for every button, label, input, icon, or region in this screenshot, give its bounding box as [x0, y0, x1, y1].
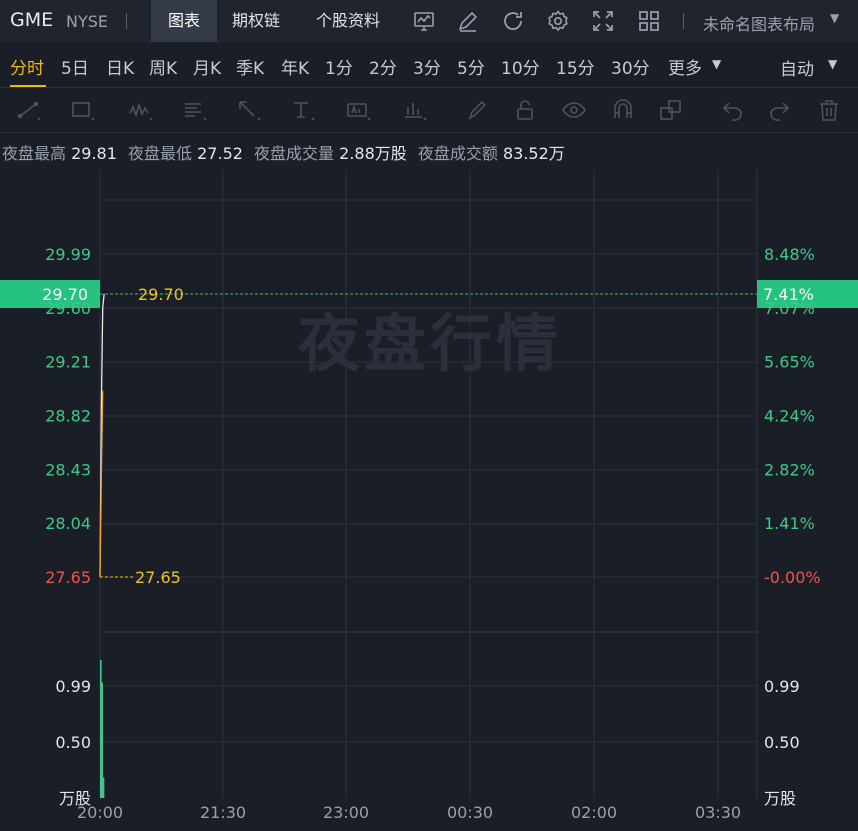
period-30min[interactable]: 30分 [611, 54, 650, 79]
price-axis-label: 28.04 [45, 514, 91, 533]
redo-icon[interactable] [766, 98, 792, 122]
volume-bar [100, 659, 102, 798]
ticker-symbol: GME [10, 9, 54, 31]
tab-options-chain[interactable]: 期权链 [232, 0, 280, 42]
caret-down-icon[interactable]: ▼ [712, 57, 721, 71]
bar-pattern-tool-icon[interactable] [402, 98, 428, 122]
indicator-icon[interactable] [412, 9, 436, 33]
price-axis-label: 29.21 [45, 353, 91, 372]
watermark: 夜盘行情 [297, 307, 562, 380]
amount-value: 83.52万 [502, 144, 565, 163]
fullscreen-icon[interactable] [591, 9, 615, 33]
low-value: 27.52 [197, 144, 243, 163]
time-axis-label: 21:30 [200, 803, 246, 822]
exchange-label: NYSE [66, 12, 109, 31]
percent-axis-label: 4.24% [764, 407, 815, 426]
eye-icon[interactable] [561, 98, 587, 122]
reference-price-label: 27.65 [135, 568, 181, 587]
price-axis-label: 28.43 [45, 460, 91, 479]
time-axis-label: 00:30 [447, 803, 493, 822]
gear-icon[interactable] [546, 9, 570, 33]
volume-axis-label: 0.50 [55, 733, 91, 752]
percent-axis-label: 8.48% [764, 245, 815, 264]
period-3min[interactable]: 3分 [413, 54, 441, 79]
top-bar: GME NYSE 图表 期权链 个股资料 未命名图表布局 ▼ [0, 0, 858, 42]
percent-axis-label: 5.65% [764, 353, 815, 372]
period-1min[interactable]: 1分 [325, 54, 353, 79]
grid-layout-icon[interactable] [637, 9, 661, 33]
night-session-stats: 夜盘最高 29.81 夜盘最低 27.52 夜盘成交量 2.88万股 夜盘成交额… [2, 140, 571, 164]
scale-mode-selector[interactable]: 自动 [780, 55, 814, 80]
brush-icon[interactable] [465, 98, 491, 122]
lock-icon[interactable] [513, 98, 539, 122]
period-15min[interactable]: 15分 [556, 54, 595, 79]
drawing-toolbar [0, 87, 858, 133]
fib-tool-icon[interactable] [182, 98, 208, 122]
magnet-icon[interactable] [610, 98, 636, 122]
period-2min[interactable]: 2分 [369, 54, 397, 79]
percent-axis-label: 2.82% [764, 460, 815, 479]
period-10min[interactable]: 10分 [501, 54, 540, 79]
volume-axis-label: 0.99 [55, 677, 91, 696]
low-label: 夜盘最低 [128, 144, 193, 163]
percent-axis-label: 1.41% [764, 514, 815, 533]
price-axis-label: 28.82 [45, 407, 91, 426]
current-price-inline-label: 29.70 [138, 285, 184, 304]
caret-down-icon[interactable]: ▼ [828, 57, 837, 71]
text-tool-icon[interactable] [290, 98, 316, 122]
period-5d[interactable]: 5日 [61, 54, 89, 79]
high-value: 29.81 [71, 144, 117, 163]
layout-selector[interactable]: 未命名图表布局 [703, 11, 815, 35]
label-tool-icon[interactable] [346, 98, 372, 122]
wave-tool-icon[interactable] [128, 98, 154, 122]
draw-pen-icon[interactable] [456, 9, 480, 33]
percent-axis-label: -0.00% [764, 568, 821, 587]
volume-unit-label: 万股 [764, 789, 796, 808]
arrow-tool-icon[interactable] [236, 98, 262, 122]
price-axis-label: 29.60 [45, 299, 91, 318]
amount-label: 夜盘成交额 [417, 144, 498, 163]
period-year[interactable]: 年K [281, 54, 309, 79]
period-day[interactable]: 日K [106, 54, 134, 79]
time-axis-label: 20:00 [77, 803, 123, 822]
rectangle-tool-icon[interactable] [70, 98, 96, 122]
time-axis-label: 03:30 [695, 803, 741, 822]
period-5min[interactable]: 5分 [457, 54, 485, 79]
high-label: 夜盘最高 [2, 144, 67, 163]
price-axis-label: 27.65 [45, 568, 91, 587]
caret-down-icon[interactable]: ▼ [830, 11, 839, 25]
divider [683, 13, 684, 29]
price-axis-label: 29.99 [45, 245, 91, 264]
period-month[interactable]: 月K [193, 54, 221, 79]
layers-icon[interactable] [658, 98, 684, 122]
time-axis-label: 02:00 [571, 803, 617, 822]
volume-value: 2.88万股 [339, 144, 407, 163]
undo-icon[interactable] [720, 98, 746, 122]
volume-bar [102, 777, 105, 798]
volume-axis-label: 0.50 [764, 733, 800, 752]
period-week[interactable]: 周K [149, 54, 177, 79]
period-quarter[interactable]: 季K [236, 54, 264, 79]
trendline-tool-icon[interactable] [16, 98, 42, 122]
divider [126, 13, 127, 29]
tab-stock-profile[interactable]: 个股资料 [316, 0, 380, 42]
volume-bar [101, 682, 103, 798]
refresh-icon[interactable] [501, 9, 525, 33]
tab-chart[interactable]: 图表 [151, 0, 217, 42]
trash-icon[interactable] [816, 98, 842, 122]
period-intraday[interactable]: 分时 [10, 54, 44, 79]
time-axis-label: 23:00 [323, 803, 369, 822]
period-bar: 分时 5日 日K 周K 月K 季K 年K 1分 2分 3分 5分 10分 15分… [0, 42, 858, 87]
volume-label: 夜盘成交量 [254, 144, 335, 163]
chart-grid [99, 170, 758, 798]
volume-axis-label: 0.99 [764, 677, 800, 696]
intraday-chart[interactable]: 夜盘行情 27.6529.7029.70 7.41% 29.9929.6029.2… [0, 170, 858, 831]
period-more[interactable]: 更多 [668, 54, 702, 79]
percent-axis-label: 7.07% [764, 299, 815, 318]
